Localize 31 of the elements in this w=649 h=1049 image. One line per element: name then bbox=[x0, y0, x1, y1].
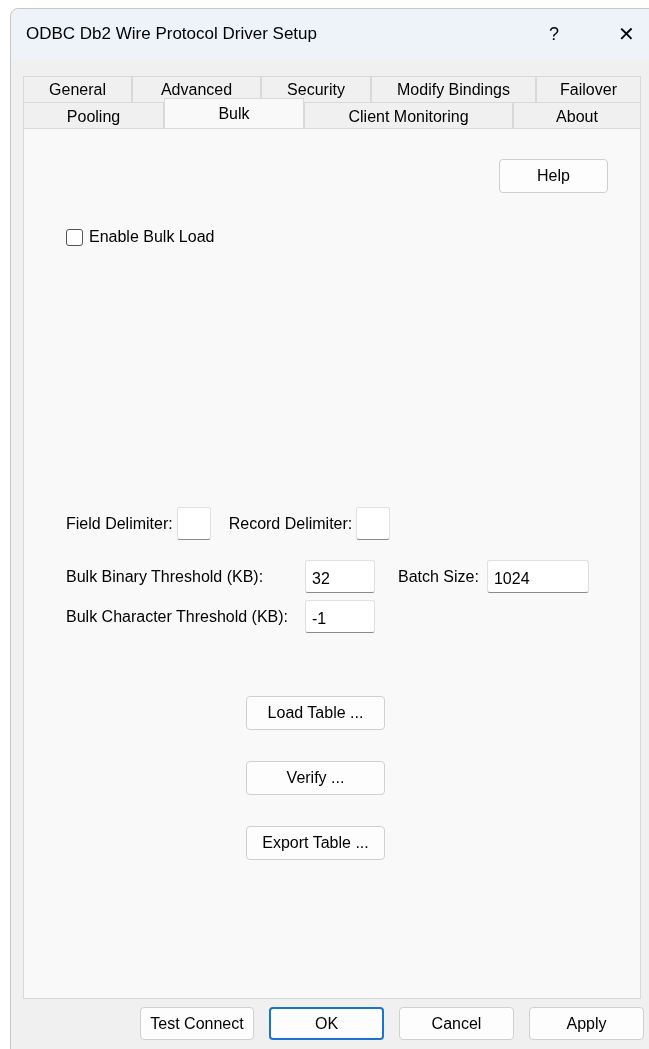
input-field[interactable] bbox=[356, 507, 391, 540]
action-button[interactable]: Export Table ... bbox=[246, 826, 385, 860]
tab[interactable]: About bbox=[513, 102, 641, 130]
window-title: ODBC Db2 Wire Protocol Driver Setup bbox=[26, 23, 318, 46]
dialog-button[interactable]: Cancel bbox=[399, 1007, 514, 1040]
checkbox-label: Enable Bulk Load bbox=[89, 227, 215, 247]
field-label: Bulk Character Threshold (KB): bbox=[66, 606, 289, 627]
tab[interactable]: General bbox=[23, 76, 132, 102]
input-field[interactable]: -1 bbox=[305, 600, 375, 633]
help-button[interactable]: Help bbox=[499, 159, 608, 193]
tab[interactable]: Modify Bindings bbox=[371, 76, 536, 102]
input-field[interactable]: 32 bbox=[305, 560, 375, 593]
dialog-button[interactable]: OK bbox=[269, 1007, 384, 1040]
close-button[interactable]: ✕ bbox=[603, 19, 649, 49]
action-button[interactable]: Load Table ... bbox=[246, 696, 385, 730]
help-button[interactable]: ? bbox=[531, 20, 577, 48]
checkbox[interactable] bbox=[66, 228, 83, 246]
tab[interactable]: Client Monitoring bbox=[304, 102, 513, 130]
input-field[interactable] bbox=[176, 507, 211, 540]
dialog-button[interactable]: Apply bbox=[529, 1007, 644, 1040]
field-label: Record Delimiter: bbox=[228, 513, 353, 534]
tab[interactable]: Security bbox=[261, 76, 371, 102]
field-label: Batch Size: bbox=[398, 566, 479, 587]
dialog-button[interactable]: Test Connect bbox=[140, 1007, 254, 1040]
field-label: Bulk Binary Threshold (KB): bbox=[66, 566, 265, 587]
field-label: Field Delimiter: bbox=[66, 513, 173, 534]
input-field[interactable]: 1024 bbox=[486, 560, 589, 593]
tab[interactable]: Pooling bbox=[23, 102, 164, 130]
tab[interactable]: Bulk bbox=[164, 98, 304, 128]
tab[interactable]: Failover bbox=[536, 76, 641, 102]
action-button[interactable]: Verify ... bbox=[246, 761, 385, 795]
